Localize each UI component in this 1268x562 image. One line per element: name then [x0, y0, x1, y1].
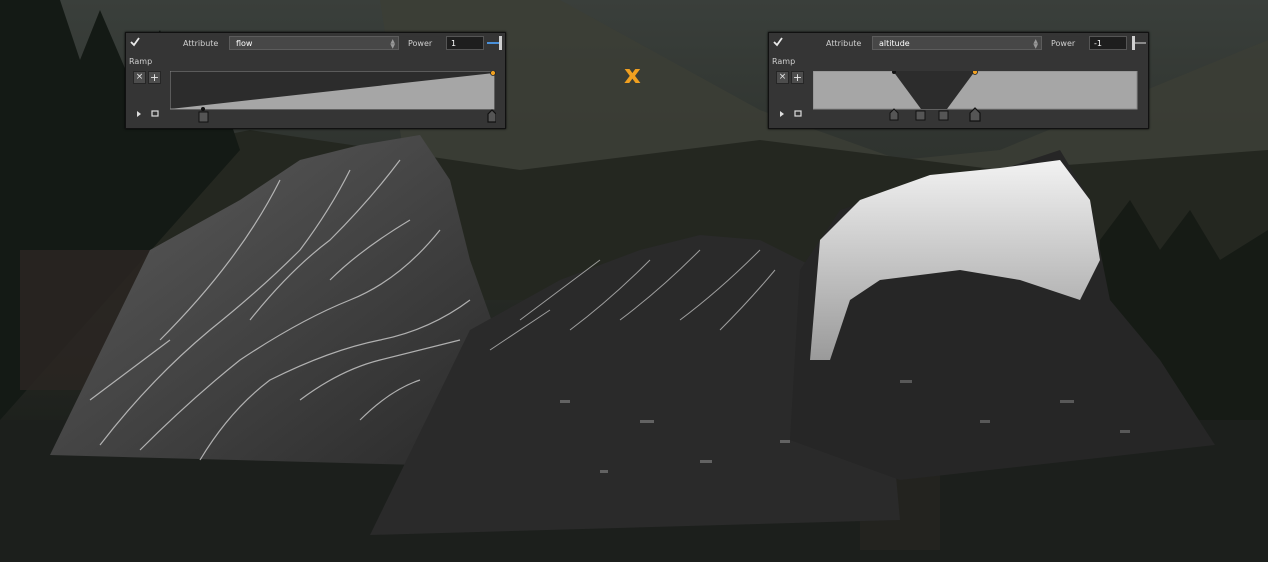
ramp-key-point-selected [490, 71, 496, 76]
attribute-label: Attribute [183, 39, 219, 48]
ramp-key-handle [938, 110, 949, 121]
attribute-value: altitude [879, 39, 910, 48]
ramp-key-handle [889, 108, 899, 121]
ramp-key-point-selected [972, 71, 978, 75]
power-slider[interactable] [487, 36, 503, 50]
spinner-arrows-icon[interactable]: ▲ ▼ [1033, 39, 1038, 50]
add-key-button[interactable]: + [791, 71, 804, 84]
attribute-dropdown[interactable]: altitude ▲ ▼ [872, 36, 1042, 50]
power-slider[interactable] [1130, 36, 1146, 50]
ramp-key-handle-selected [969, 107, 981, 122]
attribute-value: flow [236, 39, 253, 48]
ramp-editor[interactable] [170, 71, 496, 127]
spinner-arrows-icon[interactable]: ▲ ▼ [390, 39, 395, 50]
attribute-dropdown[interactable]: flow ▲ ▼ [229, 36, 399, 50]
remove-key-button[interactable]: × [776, 71, 789, 84]
attribute-label: Attribute [826, 39, 862, 48]
checkmark-icon[interactable] [130, 37, 140, 47]
power-input[interactable]: 1 [446, 36, 484, 50]
ramp-key-point [201, 107, 205, 111]
flow-ramp-panel: Attribute flow ▲ ▼ Power 1 Ramp × + [125, 32, 506, 129]
altitude-ramp-panel: Attribute altitude ▲ ▼ Power -1 Ramp × + [768, 32, 1149, 129]
remove-key-button[interactable]: × [133, 71, 146, 84]
loop-icon[interactable] [794, 110, 802, 117]
loop-icon[interactable] [151, 110, 159, 117]
ramp-editor[interactable] [813, 71, 1139, 127]
ramp-label: Ramp [129, 57, 153, 66]
ramp-key-handle-selected [487, 109, 496, 123]
ramp-key-handle [915, 110, 926, 121]
add-key-button[interactable]: + [148, 71, 161, 84]
ramp-label: Ramp [772, 57, 796, 66]
ramp-key-handle [198, 111, 209, 123]
play-arrow-icon[interactable] [137, 111, 141, 117]
power-label: Power [408, 39, 433, 48]
power-label: Power [1051, 39, 1076, 48]
multiply-operator: x [624, 60, 641, 90]
power-input[interactable]: -1 [1089, 36, 1127, 50]
checkmark-icon[interactable] [773, 37, 783, 47]
play-arrow-icon[interactable] [780, 111, 784, 117]
